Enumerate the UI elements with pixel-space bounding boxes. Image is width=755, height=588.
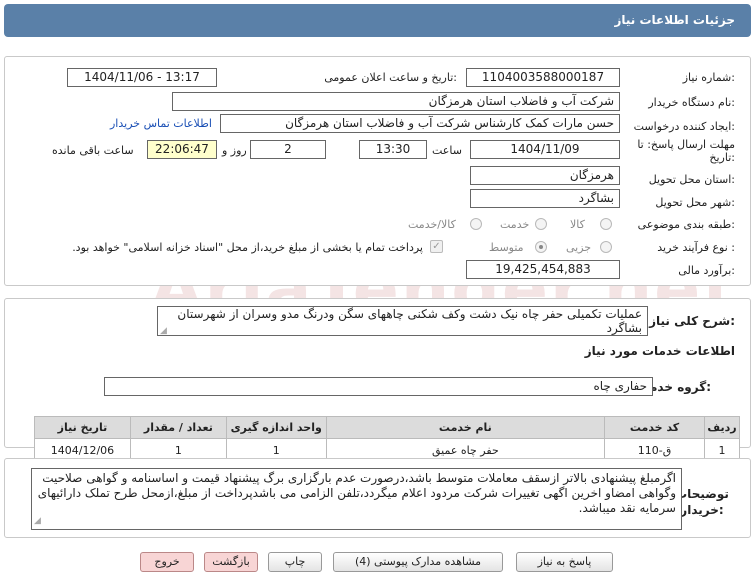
category-label: طبقه بندی موضوعی: xyxy=(637,218,735,231)
province-field: هرمزگان xyxy=(470,166,620,185)
city-label: شهر محل تحویل: xyxy=(655,196,735,209)
announce-label: تاریخ و ساعت اعلان عمومی: xyxy=(324,71,457,84)
view-attachments-button[interactable]: مشاهده مدارک پیوستی (4) xyxy=(333,552,503,572)
category-radio-goods[interactable] xyxy=(600,218,612,230)
description-field: عملیات تکمیلی حفر چاه نیک دشت وکف شکنی چ… xyxy=(157,306,648,336)
table-header-row: تاریخ نیاز تعداد / مقدار واحد اندازه گیر… xyxy=(34,416,741,439)
page-header: جزئیات اطلاعات نیاز xyxy=(4,4,751,37)
col-need-date: تاریخ نیاز xyxy=(34,416,131,439)
category-radio-service[interactable] xyxy=(535,218,547,230)
process-option-medium: متوسط xyxy=(489,241,524,254)
col-row: ردیف xyxy=(703,416,741,439)
description-label: شرح کلی نیاز: xyxy=(649,314,735,328)
payment-note: پرداخت تمام یا بخشی از مبلغ خرید،از محل … xyxy=(72,241,423,254)
deadline-time-field: 13:30 xyxy=(359,140,427,159)
days-field: 2 xyxy=(250,140,326,159)
exit-button[interactable]: خروج xyxy=(140,552,194,572)
need-number-label: شماره نیاز: xyxy=(682,71,735,84)
services-table: تاریخ نیاز تعداد / مقدار واحد اندازه گیر… xyxy=(34,416,741,463)
days-label: روز و xyxy=(222,144,247,157)
services-section-title: اطلاعات خدمات مورد نیاز xyxy=(584,344,735,358)
remaining-label: ساعت باقی مانده xyxy=(52,144,134,157)
resize-handle-icon[interactable]: ◢ xyxy=(160,326,167,336)
category-option-goods-service: کالا/خدمت xyxy=(408,218,456,231)
process-option-minor: جزیی xyxy=(566,241,592,254)
payment-checkbox[interactable]: ✓ xyxy=(430,240,443,253)
city-field: بشاگرد xyxy=(470,189,620,208)
remaining-time-field: 22:06:47 xyxy=(147,140,217,159)
budget-label: برآورد مالی: xyxy=(678,264,735,277)
deadline-label: مهلت ارسال پاسخ: تا تاریخ: xyxy=(637,138,735,164)
creator-label: ایجاد کننده درخواست: xyxy=(633,120,735,133)
col-quantity: تعداد / مقدار xyxy=(129,416,227,439)
col-service-name: نام خدمت xyxy=(325,416,606,439)
deadline-time-label: ساعت xyxy=(432,144,462,157)
budget-field: 19,425,454,883 xyxy=(466,260,620,279)
respond-button[interactable]: پاسخ به نیاز xyxy=(516,552,613,572)
deadline-date-field: 1404/11/09 xyxy=(470,140,620,159)
process-radio-medium[interactable] xyxy=(535,241,547,253)
announce-field: 1404/11/06 - 13:17 xyxy=(67,68,217,87)
buyer-contact-link[interactable]: اطلاعات تماس خریدار xyxy=(110,117,212,130)
category-option-goods: کالا xyxy=(570,218,585,231)
province-label: استان محل تحویل: xyxy=(648,173,735,186)
buyer-org-field: شرکت آب و فاضلاب استان هرمزگان xyxy=(172,92,620,111)
buyer-notes-field: اگرمبلغ پیشنهادی بالاتر ازسقف معاملات مت… xyxy=(31,468,682,530)
category-radio-goods-service[interactable] xyxy=(470,218,482,230)
page-title: جزئیات اطلاعات نیاز xyxy=(614,13,735,27)
notes-resize-handle-icon[interactable]: ◢ xyxy=(34,516,41,526)
need-number-field: 1104003588000187 xyxy=(466,68,620,87)
process-radio-minor[interactable] xyxy=(600,241,612,253)
process-label: نوع فرآیند خرید : xyxy=(657,241,735,254)
service-group-field: حفاری چاه xyxy=(104,377,653,396)
creator-field: حسن مارات کمک کارشناس شرکت آب و فاضلاب ا… xyxy=(220,114,620,133)
buyer-org-label: نام دستگاه خریدار: xyxy=(648,96,735,109)
col-service-code: کد خدمت xyxy=(604,416,705,439)
back-button[interactable]: بازگشت xyxy=(204,552,258,572)
col-unit: واحد اندازه گیری xyxy=(225,416,327,439)
print-button[interactable]: چاپ xyxy=(268,552,322,572)
category-option-service: خدمت xyxy=(500,218,530,231)
